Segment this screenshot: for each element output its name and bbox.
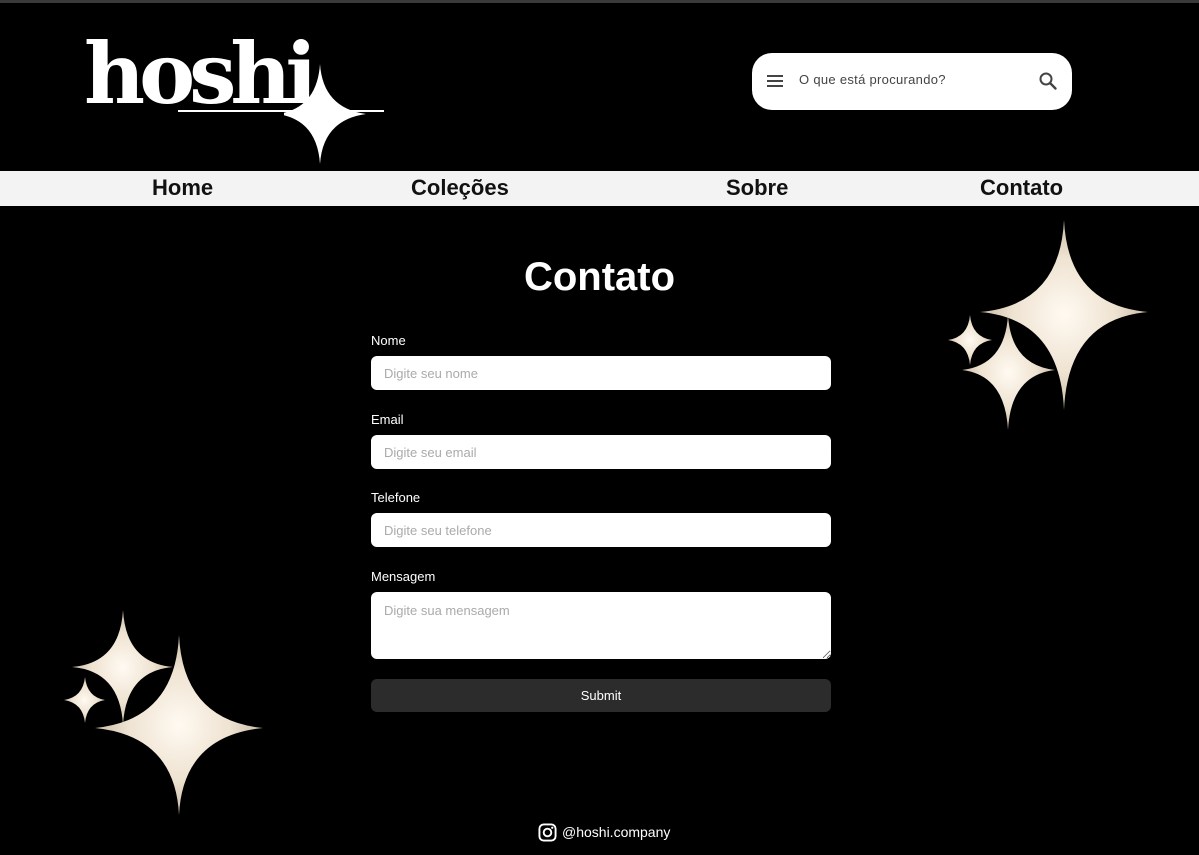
main-nav: Home Coleções Sobre Contato bbox=[0, 171, 1199, 206]
nav-item-home[interactable]: Home bbox=[152, 175, 213, 201]
name-input[interactable] bbox=[371, 356, 831, 390]
instagram-handle[interactable]: @hoshi.company bbox=[562, 824, 670, 840]
sparkle-icon bbox=[948, 315, 992, 365]
nav-item-sobre[interactable]: Sobre bbox=[726, 175, 788, 201]
submit-button[interactable]: Submit bbox=[371, 679, 831, 712]
top-border bbox=[0, 0, 1199, 3]
search-placeholder[interactable]: O que está procurando? bbox=[799, 72, 946, 87]
name-label: Nome bbox=[371, 333, 406, 348]
nav-item-contato[interactable]: Contato bbox=[980, 175, 1063, 201]
phone-label: Telefone bbox=[371, 490, 421, 505]
message-textarea[interactable] bbox=[371, 592, 831, 659]
logo-sparkle-icon bbox=[284, 64, 366, 164]
sparkles-decoration-left bbox=[64, 610, 263, 815]
message-label: Mensagem bbox=[371, 569, 436, 584]
search-icon[interactable] bbox=[1038, 71, 1058, 91]
sparkle-icon bbox=[64, 677, 105, 723]
email-label: Email bbox=[371, 412, 404, 427]
phone-input[interactable] bbox=[371, 513, 831, 547]
logo-text: hoshi bbox=[84, 24, 317, 123]
nav-item-colecoes[interactable]: Coleções bbox=[411, 175, 509, 201]
search-bar[interactable]: O que está procurando? bbox=[752, 53, 1072, 110]
logo[interactable]: hoshi bbox=[84, 32, 384, 164]
email-input[interactable] bbox=[371, 435, 831, 469]
sparkles-decoration-right bbox=[948, 220, 1148, 430]
footer: @hoshi.company bbox=[538, 822, 670, 842]
instagram-icon[interactable] bbox=[538, 822, 557, 842]
menu-icon[interactable] bbox=[766, 72, 784, 90]
